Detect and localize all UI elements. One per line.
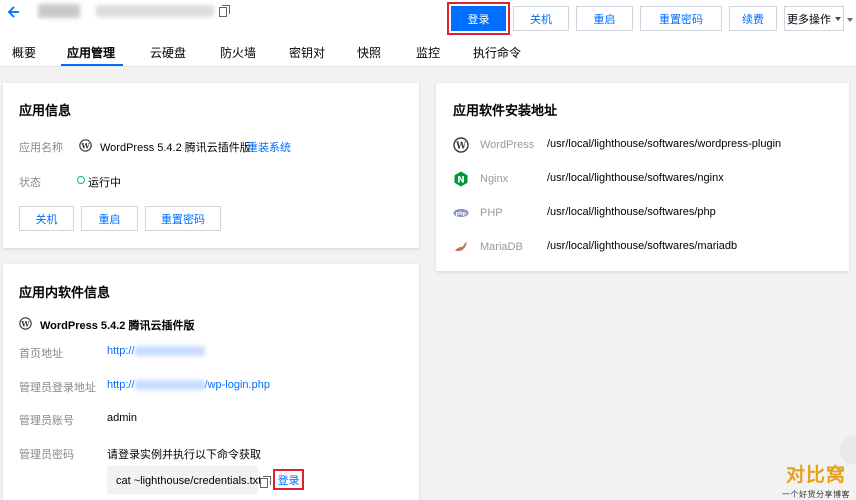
mariadb-icon — [455, 242, 467, 251]
tab-execute-command[interactable]: 执行命令 — [473, 44, 521, 61]
login-link[interactable]: 登录 — [273, 469, 304, 490]
card-shutdown-button[interactable]: 关机 — [19, 206, 74, 231]
tab-monitoring[interactable]: 监控 — [416, 44, 440, 61]
card-reset-password-button[interactable]: 重置密码 — [145, 206, 221, 231]
redacted-ip — [134, 380, 205, 391]
back-arrow-icon[interactable] — [4, 4, 20, 20]
restart-button[interactable]: 重启 — [576, 6, 633, 31]
software-name: PHP — [480, 207, 503, 219]
login-button[interactable]: 登录 — [451, 6, 506, 31]
app-name-value: WordPress 5.4.2 腾讯云插件版 — [100, 142, 251, 154]
scroll-up-icon[interactable] — [847, 18, 853, 22]
nginx-icon: N — [454, 171, 468, 187]
instance-name-redacted — [38, 4, 80, 18]
copy-icon[interactable] — [219, 5, 230, 17]
watermark-logo: 对比窝 — [786, 464, 847, 486]
software-name: MariaDB — [480, 241, 523, 253]
more-actions-label: 更多操作 — [787, 13, 831, 26]
status-running-icon — [77, 176, 85, 184]
admin-password-label: 管理员密码 — [19, 449, 74, 461]
tab-bar: 概要 应用管理 云硬盘 防火墙 密钥对 快照 监控 执行命令 — [0, 36, 856, 67]
svg-text:N: N — [457, 176, 465, 186]
shutdown-button[interactable]: 关机 — [513, 6, 569, 31]
status-value: 运行中 — [88, 177, 121, 189]
software-name: Nginx — [480, 173, 509, 185]
home-url-prefix: http:// — [107, 345, 135, 357]
status-label: 状态 — [19, 177, 41, 189]
software-info-title: 应用内软件信息 — [19, 285, 111, 300]
app-info-title: 应用信息 — [19, 103, 72, 118]
software-path: /usr/local/lighthouse/softwares/php — [547, 206, 716, 218]
software-name: WordPress — [480, 139, 535, 151]
wordpress-icon: W — [79, 139, 92, 152]
admin-login-url-link[interactable]: http:// /wp-login.php — [107, 379, 270, 391]
wordpress-icon: W — [19, 317, 32, 330]
svg-text:W: W — [455, 142, 467, 152]
software-path: /usr/local/lighthouse/softwares/mariadb — [547, 240, 738, 252]
wordpress-icon: W — [453, 137, 469, 153]
renew-button[interactable]: 续费 — [729, 6, 777, 31]
top-bar: 登录 关机 重启 重置密码 续费 更多操作 — [0, 0, 856, 36]
reinstall-system-link[interactable]: 重装系统 — [247, 139, 291, 155]
watermark-tagline: 一个好货分享博客 — [782, 490, 850, 499]
svg-text:php: php — [456, 211, 467, 217]
tab-overview[interactable]: 概要 — [12, 44, 36, 61]
credentials-command: cat ~lighthouse/credentials.txt — [116, 475, 262, 487]
tab-snapshot[interactable]: 快照 — [357, 44, 381, 61]
tab-firewall[interactable]: 防火墙 — [220, 44, 256, 61]
install-paths-title: 应用软件安装地址 — [453, 103, 558, 118]
svg-text:W: W — [80, 141, 90, 150]
app-name-label: 应用名称 — [19, 142, 63, 154]
admin-login-url-label: 管理员登录地址 — [19, 382, 96, 394]
software-subtitle: WordPress 5.4.2 腾讯云插件版 — [40, 320, 195, 332]
more-actions-button[interactable]: 更多操作 — [784, 6, 844, 31]
software-path: /usr/local/lighthouse/softwares/nginx — [547, 172, 724, 184]
active-tab-indicator — [61, 64, 123, 66]
copy-icon[interactable] — [260, 476, 271, 488]
admin-account-value: admin — [107, 412, 137, 424]
instance-ip-redacted — [96, 5, 214, 17]
php-icon: php — [453, 209, 469, 217]
reset-password-button[interactable]: 重置密码 — [640, 6, 722, 31]
card-restart-button[interactable]: 重启 — [81, 206, 138, 231]
caret-down-icon — [835, 16, 841, 21]
home-url-link[interactable]: http:// — [107, 345, 205, 357]
tab-cloud-disk[interactable]: 云硬盘 — [150, 44, 186, 61]
admin-login-url-prefix: http:// — [107, 379, 135, 391]
svg-text:W: W — [20, 319, 30, 328]
tab-key-pair[interactable]: 密钥对 — [289, 44, 325, 61]
admin-login-url-suffix: /wp-login.php — [204, 379, 270, 391]
home-url-label: 首页地址 — [19, 348, 63, 360]
tab-app-management[interactable]: 应用管理 — [67, 44, 115, 61]
admin-password-hint: 请登录实例并执行以下命令获取 — [107, 449, 261, 461]
redacted-ip — [134, 346, 205, 357]
admin-account-label: 管理员账号 — [19, 415, 74, 427]
software-path: /usr/local/lighthouse/softwares/wordpres… — [547, 138, 782, 150]
